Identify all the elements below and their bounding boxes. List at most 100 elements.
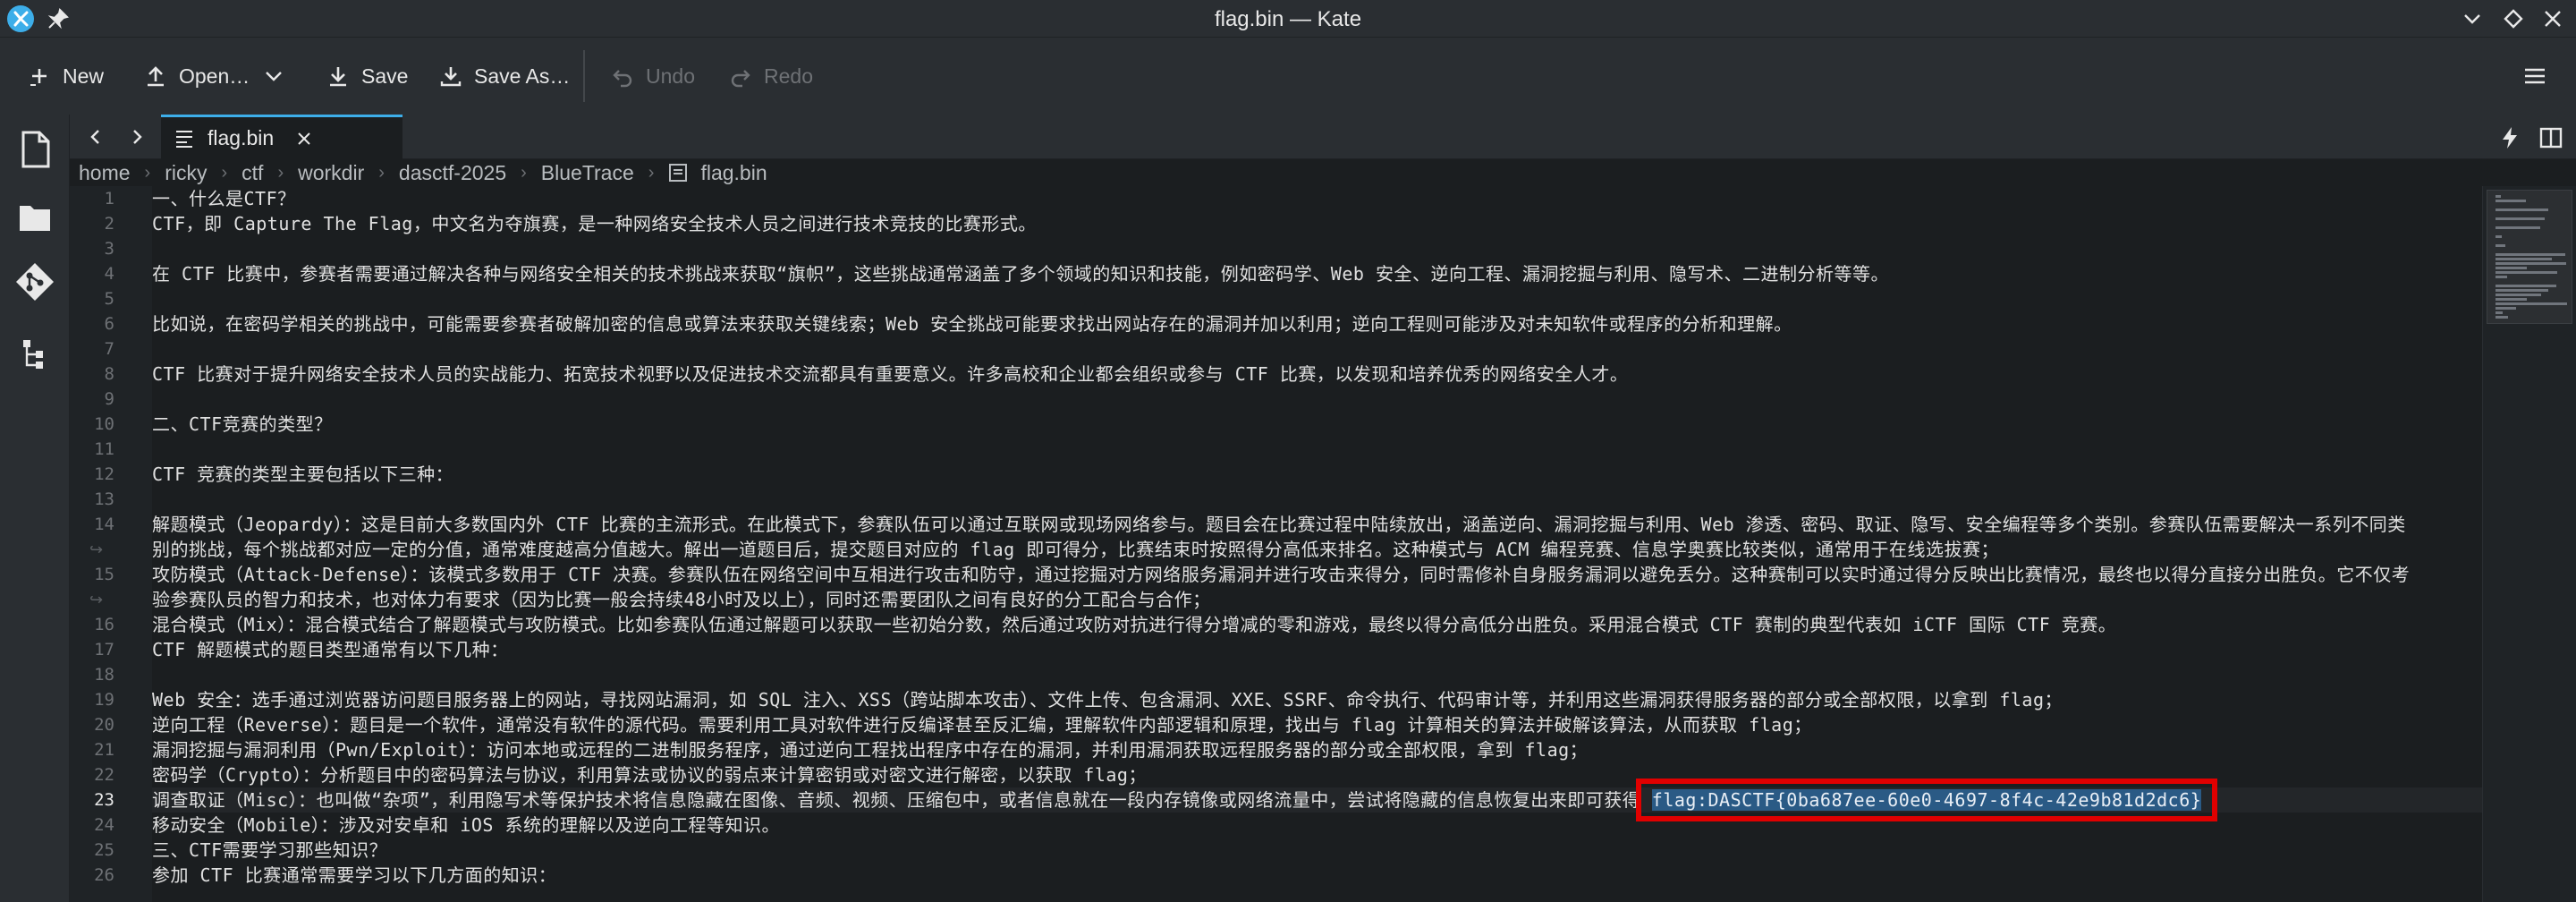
- breadcrumb-item[interactable]: ctf: [238, 161, 267, 185]
- code-line[interactable]: 一、什么是CTF？: [152, 186, 296, 211]
- line-number: 21: [94, 740, 114, 760]
- minimap-scrollbar[interactable]: [2482, 186, 2576, 902]
- text-file-icon: [176, 130, 192, 148]
- line-text: CTF 解题模式的题目类型通常有以下几种：: [152, 639, 509, 660]
- hamburger-menu-icon: [2525, 68, 2545, 84]
- line-number-gutter: 1 2 3 4 5 6 7 8 9 10 11 12 13 14 ↪ 15 ↪ 16 17 18 19 20 21 22 23 2…: [70, 186, 152, 902]
- save-as-button[interactable]: Save As…: [426, 52, 582, 100]
- filesystem-browser-button[interactable]: [11, 193, 59, 242]
- line-number: 20: [94, 715, 114, 735]
- redo-button[interactable]: Redo: [716, 52, 826, 100]
- title-bar: flag.bin — Kate: [0, 0, 2576, 38]
- breadcrumb-item[interactable]: ricky: [161, 161, 210, 185]
- code-line[interactable]: 二、CTF竞赛的类型？: [152, 412, 333, 437]
- line-number: 8: [104, 364, 114, 384]
- line-text: 移动安全（Mobile）：涉及对安卓和 iOS 系统的理解以及逆向工程等知识。: [152, 814, 780, 836]
- previous-tab-arrow-icon[interactable]: [84, 125, 107, 149]
- code-line[interactable]: 验参赛队员的智力和技术，也对体力有要求（因为比赛一般会持续48小时及以上），同时…: [152, 587, 1211, 612]
- git-icon: [16, 263, 54, 301]
- activity-sidebar: [0, 115, 70, 902]
- line-text: CTF 竞赛的类型主要包括以下三种：: [152, 464, 454, 485]
- toolbar-separator: [583, 50, 585, 102]
- tab-label: flag.bin: [208, 126, 275, 149]
- chevron-down-icon: [266, 72, 282, 81]
- line-number: 13: [94, 489, 114, 509]
- line-text: 攻防模式（Attack-Defense）：该模式多数用于 CTF 决赛。参赛队伍…: [152, 564, 2411, 585]
- close-tab-icon[interactable]: [295, 130, 313, 148]
- open-button[interactable]: Open…: [131, 52, 262, 100]
- line-text: CTF 比赛对于提升网络安全技术人员的实战能力、拓宽技术视野以及促进技术交流都具…: [152, 363, 1629, 385]
- code-line[interactable]: CTF，即 Capture The Flag，中文名为夺旗赛，是一种网络安全技术…: [152, 211, 1037, 236]
- code-line[interactable]: CTF 竞赛的类型主要包括以下三种：: [152, 462, 453, 487]
- line-text: CTF，即 Capture The Flag，中文名为夺旗赛，是一种网络安全技术…: [152, 213, 1037, 234]
- breadcrumb-item[interactable]: BlueTrace: [538, 161, 638, 185]
- breadcrumb-item[interactable]: home: [75, 161, 134, 185]
- line-number: 24: [94, 815, 114, 835]
- code-line[interactable]: 密码学（Crypto）：分析题目中的密码算法与协议，利用算法或协议的弱点来计算密…: [152, 762, 1147, 787]
- code-line[interactable]: 逆向工程（Reverse）：题目是一个软件，通常没有软件的源代码。需要利用工具对…: [152, 712, 1812, 737]
- close-window-icon[interactable]: [2540, 6, 2565, 31]
- code-line[interactable]: 混合模式（Mix）：混合模式结合了解题模式与攻防模式。比如参赛队伍通过解题可以获…: [152, 612, 2116, 637]
- breadcrumb: home › ricky › ctf › workdir › dasctf-20…: [70, 159, 2576, 186]
- tab-flag-bin[interactable]: flag.bin: [161, 115, 402, 159]
- open-icon: [148, 66, 164, 87]
- line-number: 6: [104, 314, 114, 334]
- redo-label: Redo: [764, 64, 813, 88]
- line-number: 15: [94, 565, 114, 584]
- line-number: 3: [104, 239, 114, 259]
- breadcrumb-item[interactable]: workdir: [294, 161, 368, 185]
- code-line[interactable]: Web 安全：选手通过浏览器访问题目服务器上的网站，寻找网站漏洞，如 SQL 注…: [152, 687, 2063, 712]
- next-tab-arrow-icon[interactable]: [125, 125, 148, 149]
- hamburger-menu-button[interactable]: [2522, 52, 2547, 100]
- breadcrumb-separator-icon: ›: [378, 162, 385, 183]
- documents-panel-button[interactable]: [11, 125, 59, 174]
- code-line[interactable]: 漏洞挖掘与漏洞利用（Pwn/Exploit）：访问本地或远程的二进制服务程序，通…: [152, 737, 1588, 762]
- split-view-icon[interactable]: [2538, 125, 2563, 150]
- line-number: 26: [94, 865, 114, 885]
- new-label: New: [63, 64, 105, 88]
- flag-highlight-annotation: [1635, 779, 2218, 821]
- symbols-panel-button[interactable]: [11, 329, 59, 378]
- line-text: Web 安全：选手通过浏览器访问题目服务器上的网站，寻找网站漏洞，如 SQL 注…: [152, 689, 2063, 711]
- breadcrumb-separator-icon: ›: [221, 162, 228, 183]
- line-number: 4: [104, 264, 114, 284]
- undo-button[interactable]: Undo: [597, 52, 708, 100]
- breadcrumb-item[interactable]: dasctf-2025: [395, 161, 510, 185]
- line-number: 5: [104, 289, 114, 309]
- line-text: 比如说，在密码学相关的挑战中，可能需要参赛者破解加密的信息或算法来获取关键线索；…: [152, 313, 1792, 335]
- code-line[interactable]: 别的挑战，每个挑战都对应一定的分值，通常难度越高分值越大。解出一道题目后，提交题…: [152, 537, 1999, 562]
- git-panel-button[interactable]: [11, 258, 59, 306]
- save-button[interactable]: Save: [313, 52, 420, 100]
- maximize-icon[interactable]: [2501, 6, 2526, 31]
- code-line[interactable]: 三、CTF需要学习那些知识？: [152, 838, 387, 863]
- line-number: 18: [94, 665, 114, 685]
- new-document-icon: [30, 69, 47, 86]
- code-line[interactable]: 解题模式（Jeopardy）：这是目前大多数国内外 CTF 比赛的主流形式。在此…: [152, 512, 2406, 537]
- code-line[interactable]: 在 CTF 比赛中，参赛者需要通过解决各种与网络安全相关的技术挑战来获取“旗帜”…: [152, 261, 1889, 286]
- breadcrumb-separator-icon: ›: [144, 162, 151, 183]
- code-line[interactable]: 攻防模式（Attack-Defense）：该模式多数用于 CTF 决赛。参赛队伍…: [152, 562, 2410, 587]
- quick-action-icon[interactable]: [2497, 125, 2522, 150]
- breadcrumb-separator-icon: ›: [648, 162, 655, 183]
- tab-bar: flag.bin: [70, 115, 2576, 159]
- code-line[interactable]: CTF 解题模式的题目类型通常有以下几种：: [152, 637, 509, 662]
- line-number: 12: [94, 464, 114, 484]
- breadcrumb-separator-icon: ›: [521, 162, 527, 183]
- code-line[interactable]: 移动安全（Mobile）：涉及对安卓和 iOS 系统的理解以及逆向工程等知识。: [152, 813, 780, 838]
- minimize-icon[interactable]: [2460, 6, 2485, 31]
- save-icon: [330, 67, 346, 87]
- undo-label: Undo: [646, 64, 695, 88]
- code-line[interactable]: 参加 CTF 比赛通常需要学习以下几方面的知识：: [152, 863, 556, 888]
- text-editor[interactable]: 1 2 3 4 5 6 7 8 9 10 11 12 13 14 ↪ 15 ↪ 16 17 18 19 20 21 22 23 2…: [70, 186, 2482, 902]
- minimap-viewport[interactable]: [2487, 190, 2572, 324]
- code-line[interactable]: 比如说，在密码学相关的挑战中，可能需要参赛者破解加密的信息或算法来获取关键线索；…: [152, 311, 1792, 336]
- code-line[interactable]: CTF 比赛对于提升网络安全技术人员的实战能力、拓宽技术视野以及促进技术交流都具…: [152, 362, 1628, 387]
- breadcrumb-current-file[interactable]: flag.bin: [697, 161, 770, 185]
- line-text: 参加 CTF 比赛通常需要学习以下几方面的知识：: [152, 864, 557, 886]
- wrap-indicator-icon: ↪: [89, 591, 104, 608]
- line-text: 一、什么是CTF？: [152, 188, 296, 209]
- line-text: 混合模式（Mix）：混合模式结合了解题模式与攻防模式。比如参赛队伍通过解题可以获…: [152, 614, 2117, 635]
- new-button[interactable]: New: [14, 52, 116, 100]
- open-recent-dropdown[interactable]: [256, 52, 292, 100]
- line-number: 11: [94, 439, 114, 459]
